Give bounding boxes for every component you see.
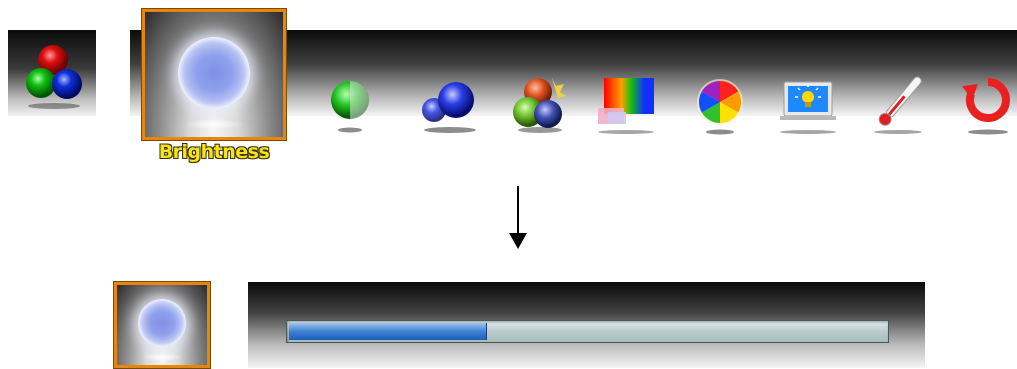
- brightness-slider-fill: [289, 323, 487, 340]
- brightness-orb-icon: [164, 25, 264, 129]
- color-blend-spheres-icon[interactable]: [508, 72, 568, 136]
- brightness-label: Brightness: [158, 141, 270, 163]
- brightness-slider[interactable]: [286, 320, 889, 343]
- thermometer-icon[interactable]: [868, 72, 928, 136]
- rgb-spheres-icon: [26, 45, 82, 109]
- app-icon-box: [8, 30, 96, 116]
- brightness-orb-icon: [138, 299, 186, 347]
- down-arrow-line: [517, 186, 519, 236]
- green-half-sphere-icon[interactable]: [320, 72, 380, 136]
- brightness-tile-selected[interactable]: [141, 8, 287, 141]
- monitor-lightbulb-icon[interactable]: [778, 72, 838, 136]
- down-arrow-icon: [509, 233, 527, 249]
- brightness-tile-small: [113, 281, 211, 369]
- color-wheel-icon[interactable]: [690, 72, 750, 136]
- color-bars-icon[interactable]: [596, 72, 656, 136]
- blue-spheres-icon[interactable]: [418, 72, 478, 136]
- reset-arrow-icon[interactable]: [956, 72, 1016, 136]
